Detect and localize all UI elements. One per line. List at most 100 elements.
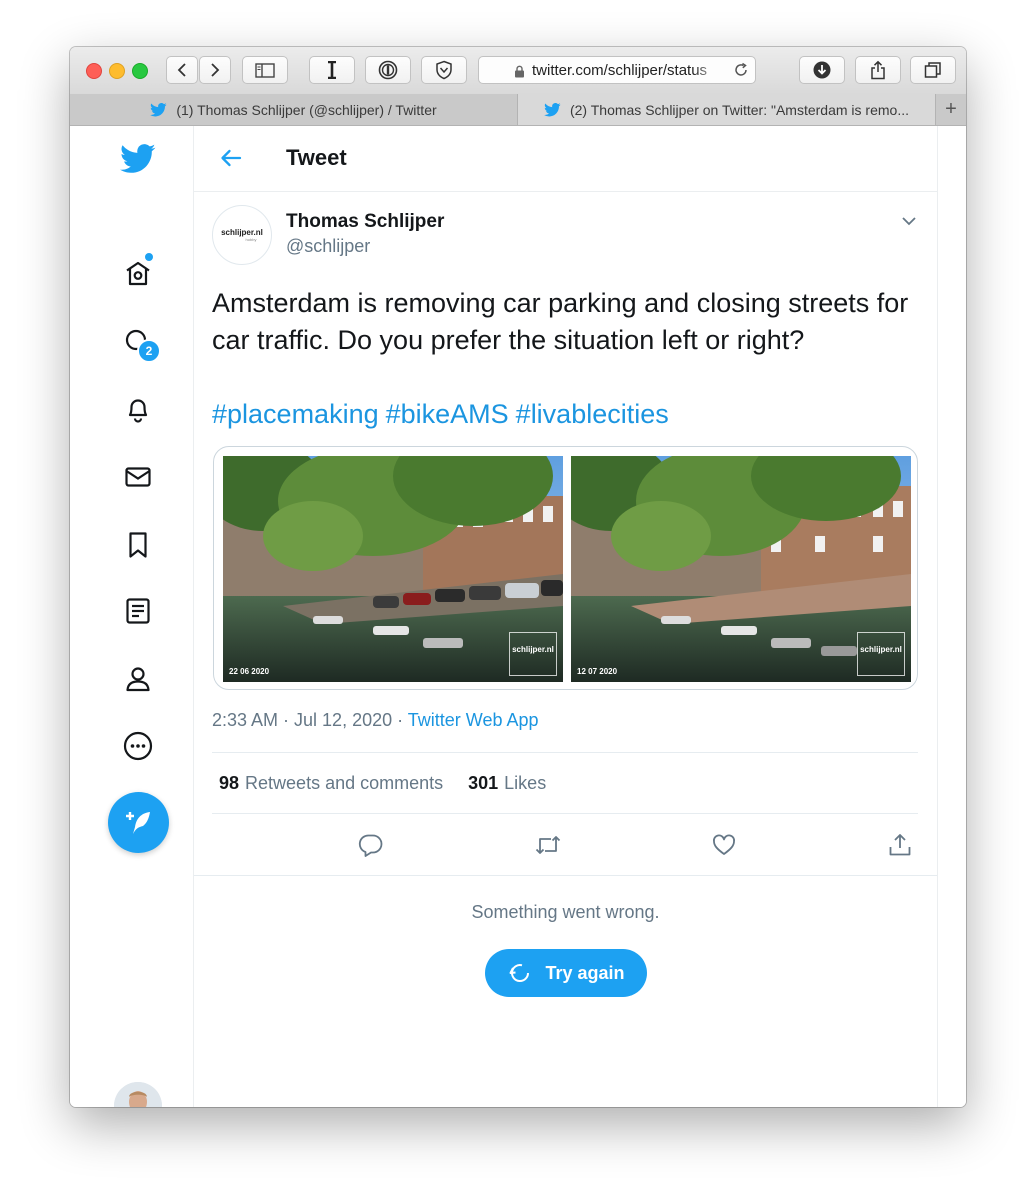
sidebar-icon	[255, 62, 275, 78]
likes-label: Likes	[504, 772, 547, 793]
tab-tweet[interactable]: (2) Thomas Schlijper on Twitter: "Amster…	[518, 94, 936, 125]
photo-date-label: 12 07 2020	[577, 667, 618, 676]
sidebar-item-home[interactable]	[122, 258, 154, 290]
page-header: Tweet	[194, 126, 937, 192]
twitter-bird-icon	[150, 102, 167, 117]
photo-watermark: schlijper.nl	[857, 632, 905, 676]
tweet-photo-after[interactable]: 12 07 2020 schlijper.nl	[571, 456, 911, 682]
retweets-stat[interactable]: 98 Retweets and comments	[219, 773, 443, 794]
photo-watermark: schlijper.nl	[509, 632, 557, 676]
more-icon	[123, 731, 153, 761]
hashtag-link[interactable]: #placemaking	[212, 399, 379, 429]
chevron-right-icon	[211, 63, 220, 77]
list-icon	[126, 598, 150, 624]
compose-tweet-button[interactable]	[108, 792, 169, 853]
reply-button[interactable]	[357, 831, 385, 859]
likes-stat[interactable]: 301 Likes	[468, 773, 546, 794]
share-tweet-button[interactable]	[886, 831, 914, 859]
share-icon	[871, 60, 885, 80]
page-content: 2 Tweet schlijper.nl hobby Thomas Schlij…	[70, 126, 966, 1107]
account-avatar[interactable]	[114, 1082, 162, 1107]
lock-icon	[515, 65, 524, 78]
like-button[interactable]	[710, 831, 738, 859]
sidebar-toggle-button[interactable]	[242, 56, 288, 84]
reload-icon[interactable]	[733, 62, 749, 78]
bookmark-icon	[129, 532, 147, 558]
tweet-timestamp[interactable]: 2:33 AM · Jul 12, 2020 ·	[212, 710, 408, 730]
browser-window: twitter.com/schlijper/status (1) Thomas …	[70, 47, 966, 1107]
minimize-window-button[interactable]	[109, 63, 125, 79]
reply-icon	[358, 834, 383, 857]
try-again-label: Try again	[545, 962, 625, 983]
sidebar-item-lists[interactable]	[122, 595, 154, 627]
mail-icon	[125, 467, 151, 487]
tweet-stats: 98 Retweets and comments 301 Likes	[212, 752, 918, 814]
new-tab-button[interactable]: +	[936, 94, 966, 125]
sidebar-item-bookmarks[interactable]	[122, 529, 154, 561]
tweet-hashtags: #placemaking #bikeAMS #livablecities	[212, 396, 676, 433]
tab-profile[interactable]: (1) Thomas Schlijper (@schlijper) / Twit…	[70, 94, 518, 125]
hashtag-link[interactable]: #bikeAMS	[386, 399, 509, 429]
retweet-button[interactable]	[534, 831, 562, 859]
heart-icon	[713, 834, 735, 855]
photo-date-label: 22 06 2020	[229, 667, 270, 676]
author-logo-subtext: hobby	[245, 237, 257, 242]
tweet-meta: 2:33 AM · Jul 12, 2020 · Twitter Web App	[212, 710, 539, 731]
author-name[interactable]: Thomas Schlijper	[286, 211, 444, 233]
tweet-photo-before[interactable]: 22 06 2020 schlijper.nl	[223, 456, 563, 682]
refresh-icon	[507, 960, 533, 986]
twitter-bird-icon	[544, 102, 561, 117]
tab-bar: (1) Thomas Schlijper (@schlijper) / Twit…	[70, 94, 966, 126]
chevron-left-icon	[177, 63, 186, 77]
downloads-button[interactable]	[799, 56, 845, 84]
sidebar-item-notifications[interactable]	[122, 393, 154, 425]
url-text: twitter.com/schlijper/status	[532, 62, 708, 79]
sidebar-item-more[interactable]	[122, 730, 154, 762]
address-bar[interactable]: twitter.com/schlijper/status	[478, 56, 756, 84]
sidebar-nav: 2	[70, 126, 194, 1107]
zoom-window-button[interactable]	[132, 63, 148, 79]
bell-icon	[128, 399, 148, 423]
share-button[interactable]	[855, 56, 901, 84]
home-icon	[126, 261, 150, 286]
author-handle[interactable]: @schlijper	[286, 236, 370, 257]
tab-label: (1) Thomas Schlijper (@schlijper) / Twit…	[176, 101, 437, 118]
author-avatar[interactable]: schlijper.nl hobby	[212, 205, 272, 265]
back-button[interactable]	[166, 56, 198, 84]
tabs-icon	[924, 62, 941, 78]
browser-toolbar: twitter.com/schlijper/status	[70, 47, 966, 95]
chevron-down-icon[interactable]	[900, 212, 918, 230]
sidebar-item-messages[interactable]	[122, 461, 154, 493]
tweet-text: Amsterdam is removing car parking and cl…	[212, 288, 909, 355]
instapaper-extension-button[interactable]	[309, 56, 355, 84]
page-title: Tweet	[286, 145, 347, 170]
user-photo-icon	[114, 1082, 162, 1107]
feather-plus-icon	[125, 811, 150, 834]
close-window-button[interactable]	[86, 63, 102, 79]
tweet-actions	[194, 814, 937, 876]
tab-overview-button[interactable]	[910, 56, 956, 84]
onepassword-icon	[378, 60, 398, 80]
twitter-logo-icon[interactable]	[120, 142, 156, 176]
likes-count: 301	[468, 772, 499, 793]
forward-button[interactable]	[199, 56, 231, 84]
text-i-icon	[328, 61, 336, 79]
hashtag-link[interactable]: #livablecities	[516, 399, 669, 429]
try-again-button[interactable]: Try again	[485, 949, 647, 997]
retweets-label: Retweets and comments	[245, 772, 444, 793]
tweet-source-link[interactable]: Twitter Web App	[408, 710, 539, 730]
notification-count-badge: 2	[137, 339, 161, 363]
shield-icon	[436, 60, 452, 80]
tab-label: (2) Thomas Schlijper on Twitter: "Amster…	[569, 101, 909, 118]
sidebar-item-profile[interactable]	[122, 663, 154, 695]
tweet-media: 22 06 2020 schlijper.nl 12 07 2020 schli…	[213, 446, 918, 690]
user-icon	[126, 667, 150, 692]
author-logo-text: schlijper.nl	[221, 228, 263, 237]
download-icon	[813, 61, 831, 79]
password-manager-button[interactable]	[365, 56, 411, 84]
privacy-shield-button[interactable]	[421, 56, 467, 84]
error-message: Something went wrong.	[471, 902, 660, 922]
back-arrow-icon[interactable]	[218, 145, 244, 171]
retweets-count: 98	[219, 772, 240, 793]
main-column: Tweet schlijper.nl hobby Thomas Schlijpe…	[194, 126, 938, 1107]
